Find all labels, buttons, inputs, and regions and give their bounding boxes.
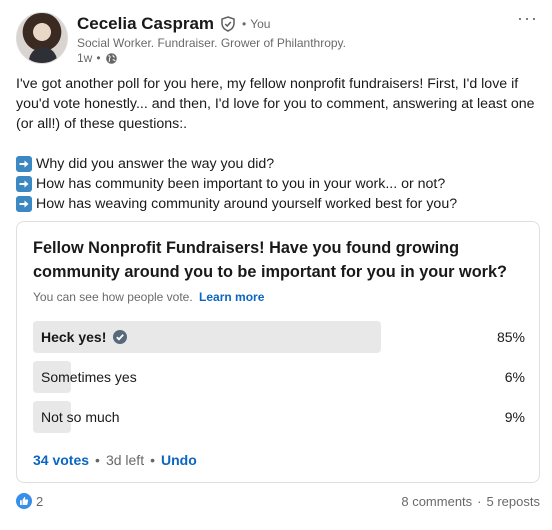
poll-option-label: Heck yes!	[41, 321, 128, 353]
poll-option-text: Not so much	[41, 409, 120, 425]
dot-separator: ·	[477, 493, 482, 509]
social-counts-bar: 2 8 comments · 5 reposts	[16, 491, 540, 511]
poll-footer: 34 votes • 3d left • Undo	[33, 452, 197, 468]
poll-note-text: You can see how people vote.	[33, 290, 193, 304]
arrow-right-icon	[16, 156, 32, 172]
avatar[interactable]	[16, 12, 68, 64]
reposts-count-link[interactable]: 5 reposts	[487, 494, 540, 509]
question-line: Why did you answer the way you did?	[16, 154, 541, 174]
author-row: Cecelia Caspram • You	[77, 14, 270, 34]
checkmark-icon	[113, 330, 128, 344]
dot-separator: •	[242, 17, 247, 31]
post-meta: 1w •	[77, 51, 118, 65]
poll-option[interactable]: Sometimes yes 6%	[33, 361, 525, 393]
post-card: Cecelia Caspram • You Social Worker. Fun…	[0, 0, 552, 530]
poll-option[interactable]: Not so much 9%	[33, 401, 525, 433]
comments-count-link[interactable]: 8 comments	[401, 494, 472, 509]
poll-option-percent: 85%	[496, 329, 525, 345]
poll-option[interactable]: Heck yes! 85%	[33, 321, 525, 353]
post-time[interactable]: 1w	[77, 51, 92, 65]
post-paragraph: I've got another poll for you here, my f…	[16, 76, 535, 132]
globe-icon	[105, 52, 117, 64]
poll-option-percent: 9%	[504, 409, 525, 425]
poll-option-text: Heck yes!	[41, 329, 107, 345]
post-text: I've got another poll for you here, my f…	[16, 74, 541, 214]
engagement-counts: 8 comments · 5 reposts	[401, 494, 540, 509]
verified-shield-icon	[221, 16, 235, 32]
poll-visibility-note: You can see how people vote. Learn more	[33, 290, 264, 304]
more-options-button[interactable]: ···	[517, 8, 538, 29]
connection-degree: You	[250, 17, 271, 31]
dot-separator: •	[95, 452, 100, 468]
question-text: Why did you answer the way you did?	[36, 156, 275, 172]
author-headline: Social Worker. Fundraiser. Grower of Phi…	[77, 36, 347, 50]
arrow-right-icon	[16, 176, 32, 192]
learn-more-link[interactable]: Learn more	[199, 290, 264, 304]
reaction-count: 2	[36, 493, 44, 509]
question-text: How has weaving community around yoursel…	[36, 196, 458, 212]
dot-separator: •	[96, 51, 101, 65]
question-line: How has community been important to you …	[16, 174, 541, 194]
like-icon	[16, 493, 32, 509]
undo-vote-button[interactable]: Undo	[161, 452, 197, 468]
poll: Fellow Nonprofit Fundraisers! Have you f…	[16, 221, 540, 483]
poll-option-label: Not so much	[41, 401, 120, 433]
reactions-summary[interactable]: 2	[16, 493, 43, 509]
poll-option-label: Sometimes yes	[41, 361, 137, 393]
poll-option-text: Sometimes yes	[41, 369, 137, 385]
poll-time-left: 3d left	[105, 452, 145, 468]
arrow-right-icon	[16, 196, 32, 212]
poll-option-percent: 6%	[504, 369, 525, 385]
author-name[interactable]: Cecelia Caspram	[77, 14, 214, 34]
dot-separator: •	[150, 452, 155, 468]
votes-link[interactable]: 34 votes	[33, 452, 89, 468]
question-line: How has weaving community around yoursel…	[16, 194, 541, 214]
question-text: How has community been important to you …	[36, 176, 446, 192]
poll-question: Fellow Nonprofit Fundraisers! Have you f…	[33, 239, 507, 281]
